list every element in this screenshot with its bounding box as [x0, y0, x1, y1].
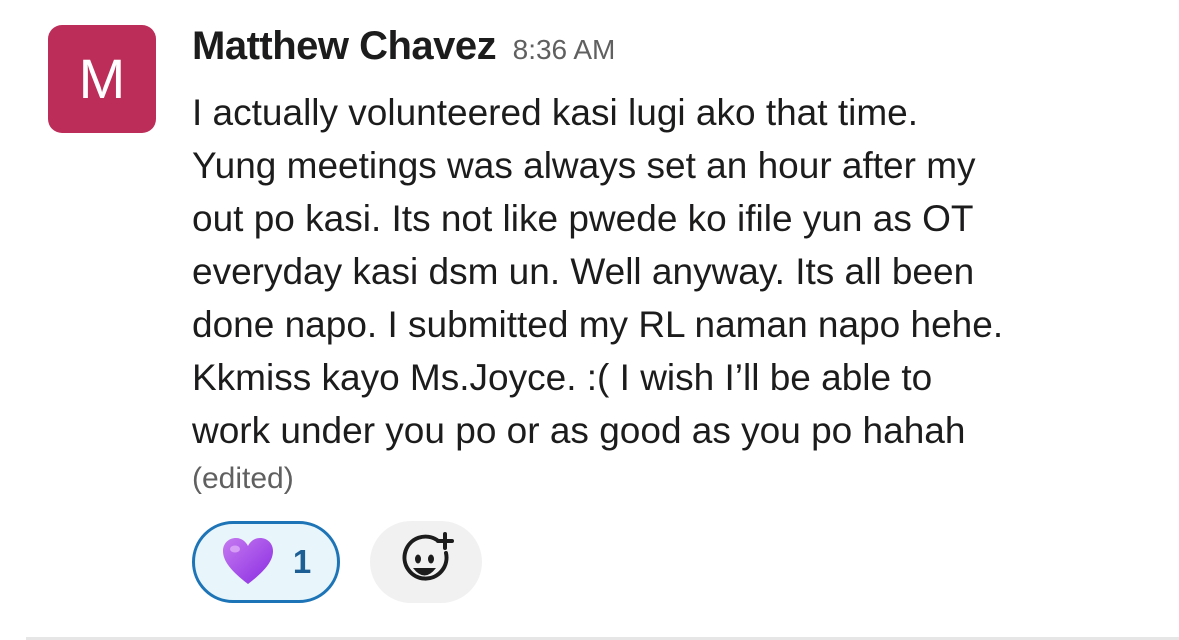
message-body: I actually volunteered kasi lugi ako tha… [192, 86, 1162, 499]
message-line: Kkmiss kayo Ms.Joyce. :( I wish I’ll be … [192, 357, 933, 398]
message-line: I actually volunteered kasi lugi ako tha… [192, 92, 918, 133]
reaction-purple-heart[interactable]: 1 [192, 521, 340, 603]
message-line: out po kasi. Its not like pwede ko ifile… [192, 198, 974, 239]
timestamp[interactable]: 8:36 AM [513, 34, 616, 65]
add-reaction-icon [397, 531, 455, 594]
add-reaction-button[interactable] [370, 521, 482, 603]
reaction-count: 1 [292, 543, 312, 580]
avatar-initial: M [78, 47, 126, 110]
avatar[interactable]: M [48, 25, 156, 133]
message-line: work under you po or as good as you po h… [192, 410, 966, 451]
author-name[interactable]: Matthew Chavez [192, 24, 497, 68]
message-line: done napo. I submitted my RL naman napo … [192, 304, 1004, 345]
message: M Matthew Chavez 8:36 AM I actually volu… [0, 0, 1179, 640]
purple-heart-icon [221, 537, 275, 587]
edited-label: (edited) [192, 462, 294, 495]
message-line: Yung meetings was always set an hour aft… [192, 145, 976, 186]
message-line: everyday kasi dsm un. Well anyway. Its a… [192, 251, 975, 292]
message-header: Matthew Chavez 8:36 AM [192, 24, 615, 69]
